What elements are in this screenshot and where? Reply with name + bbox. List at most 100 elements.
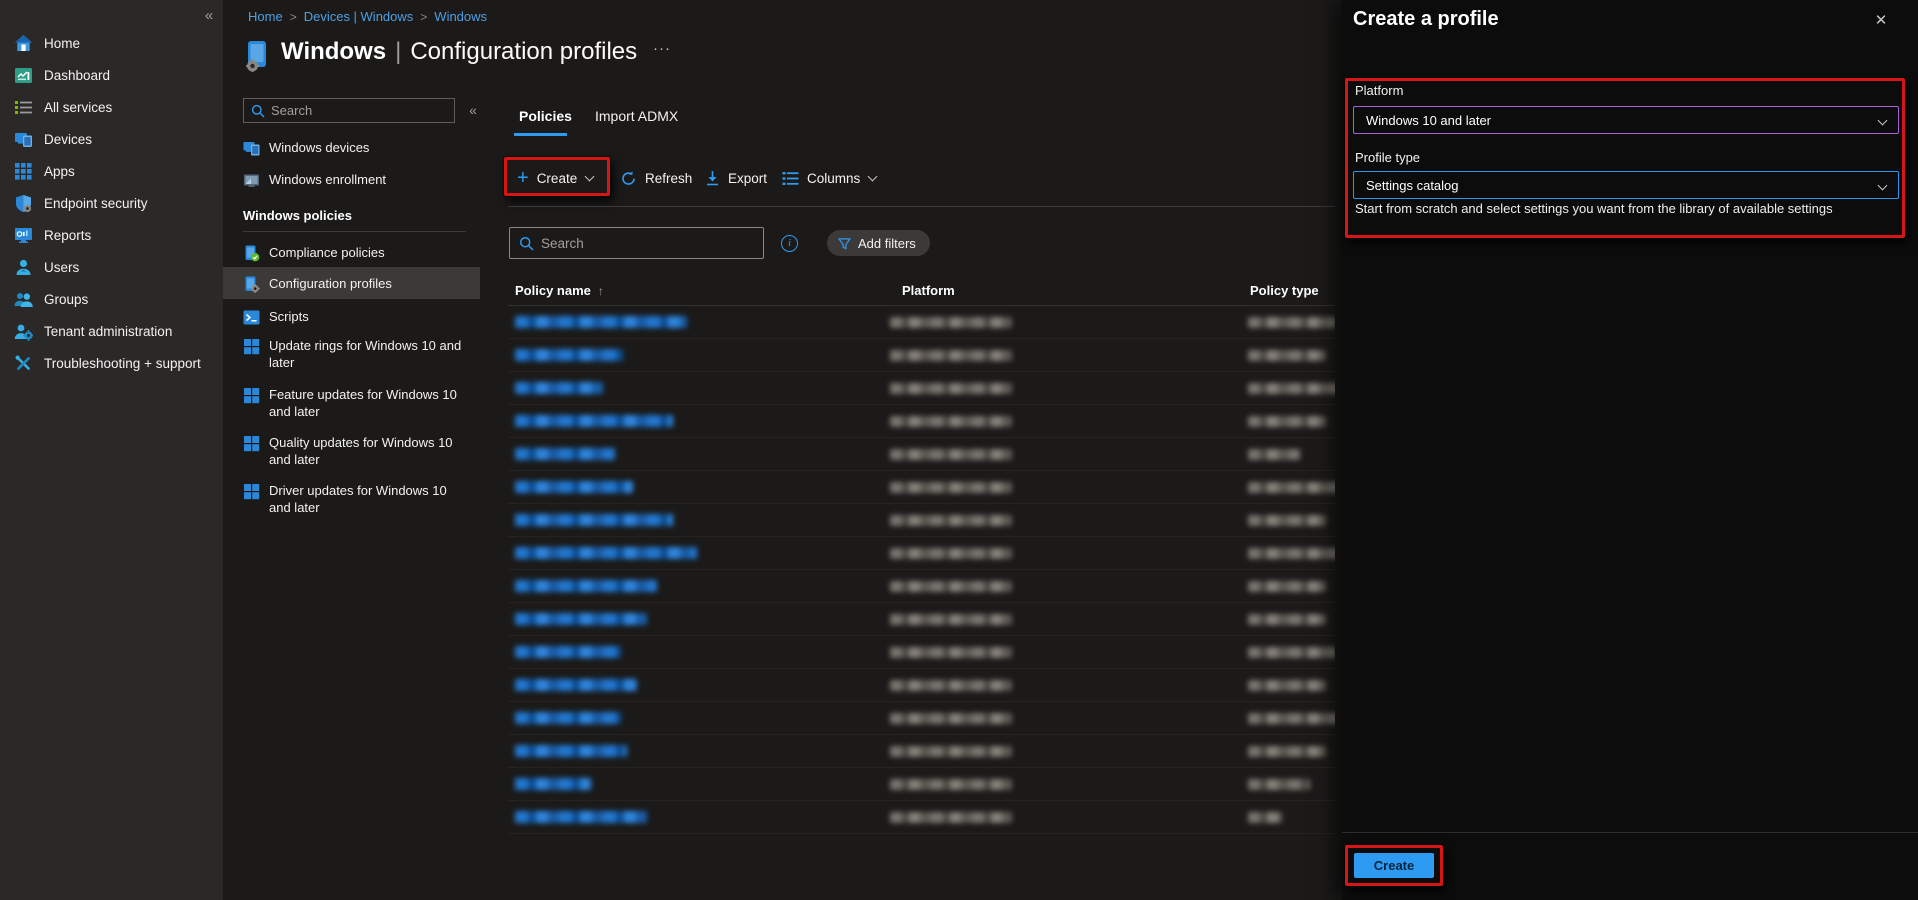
redacted-policy-name-link[interactable]: [515, 448, 615, 460]
create-button[interactable]: +Create: [517, 160, 593, 196]
redacted-policy-name-link[interactable]: [515, 679, 637, 691]
table-row[interactable]: [508, 669, 1335, 702]
redacted-policy-type-value: [1248, 449, 1300, 460]
sidebar-item-users[interactable]: Users: [0, 253, 223, 281]
sidebar-item-home[interactable]: Home: [0, 29, 223, 57]
redacted-policy-name-link[interactable]: [515, 646, 621, 658]
sidebar-item-reports[interactable]: Reports: [0, 221, 223, 249]
close-icon[interactable]: ✕: [1870, 10, 1892, 32]
table-row[interactable]: [508, 438, 1335, 471]
blade-menu-item-update-rings-for-windows-10-and-later[interactable]: Update rings for Windows 10 and later: [223, 337, 480, 377]
blade-menu-item-feature-updates-for-windows-10-and-later[interactable]: Feature updates for Windows 10 and later: [223, 386, 480, 426]
table-row[interactable]: [508, 735, 1335, 768]
sidebar-item-label: Apps: [44, 164, 75, 179]
sidebar-item-label: Reports: [44, 228, 91, 243]
table-row[interactable]: [508, 636, 1335, 669]
blade-menu-item-compliance-policies[interactable]: Compliance policies: [223, 238, 480, 266]
table-row[interactable]: [508, 405, 1335, 438]
redacted-platform-value: [890, 581, 1012, 592]
sidebar-item-troubleshooting-support[interactable]: Troubleshooting + support: [0, 349, 223, 377]
profile-type-dropdown[interactable]: Settings catalog: [1353, 171, 1899, 199]
redacted-policy-name-link[interactable]: [515, 745, 627, 757]
windows-enrollment-icon: [243, 172, 260, 189]
redacted-policy-name-link[interactable]: [515, 514, 673, 526]
blade-menu-item-quality-updates-for-windows-10-and-later[interactable]: Quality updates for Windows 10 and later: [223, 434, 480, 474]
table-row[interactable]: [508, 801, 1335, 834]
redacted-policy-name-link[interactable]: [515, 547, 697, 559]
sidebar-item-devices[interactable]: Devices: [0, 125, 223, 153]
platform-value: Windows 10 and later: [1366, 113, 1879, 128]
table-search-input[interactable]: [541, 236, 751, 251]
redacted-policy-type-value: [1248, 515, 1326, 526]
blade-menu-item-driver-updates-for-windows-10-and-later[interactable]: Driver updates for Windows 10 and later: [223, 482, 480, 522]
refresh-button[interactable]: Refresh: [620, 160, 692, 196]
table-row[interactable]: [508, 570, 1335, 603]
sidebar-item-dashboard[interactable]: Dashboard: [0, 61, 223, 89]
tab-policies[interactable]: Policies: [519, 108, 572, 124]
sidebar-item-apps[interactable]: Apps: [0, 157, 223, 185]
redacted-policy-name-link[interactable]: [515, 778, 591, 790]
table-row[interactable]: [508, 702, 1335, 735]
sidebar-item-all-services[interactable]: All services: [0, 93, 223, 121]
profile-type-value: Settings catalog: [1366, 178, 1879, 193]
toolbar-button-label: Export: [728, 171, 767, 186]
redacted-policy-name-link[interactable]: [515, 415, 673, 427]
info-icon[interactable]: i: [781, 235, 798, 252]
tenant-administration-icon: [14, 322, 33, 341]
add-filters-button[interactable]: Add filters: [827, 230, 930, 256]
export-button[interactable]: Export: [705, 160, 767, 196]
redacted-platform-value: [890, 812, 1012, 823]
table-search[interactable]: [509, 227, 764, 259]
more-actions-icon[interactable]: ···: [653, 40, 671, 57]
sidebar-collapse-icon[interactable]: «: [198, 5, 220, 27]
redacted-policy-name-link[interactable]: [515, 481, 633, 493]
table-row[interactable]: [508, 504, 1335, 537]
column-policy-name[interactable]: Policy name↑: [515, 283, 604, 298]
column-platform[interactable]: Platform: [902, 283, 955, 298]
columns-button[interactable]: Columns: [782, 160, 876, 196]
windows-logo-icon: [243, 338, 260, 355]
blade-menu-item-label: Compliance policies: [269, 244, 469, 261]
sidebar-item-groups[interactable]: Groups: [0, 285, 223, 313]
redacted-policy-name-link[interactable]: [515, 349, 623, 361]
blade-menu-item-configuration-profiles[interactable]: Configuration profiles: [223, 267, 480, 299]
redacted-policy-type-value: [1248, 680, 1326, 691]
columns-icon: [782, 171, 799, 186]
table-row[interactable]: [508, 372, 1335, 405]
sidebar-item-endpoint-security[interactable]: Endpoint security: [0, 189, 223, 217]
blade-menu-item-label: Windows devices: [269, 139, 469, 156]
sidebar-item-tenant-administration[interactable]: Tenant administration: [0, 317, 223, 345]
table-row[interactable]: [508, 471, 1335, 504]
blade-menu-collapse-icon[interactable]: «: [462, 99, 484, 121]
redacted-policy-name-link[interactable]: [515, 811, 647, 823]
redacted-policy-type-value: [1248, 548, 1335, 559]
search-icon: [519, 236, 534, 251]
redacted-policy-type-value: [1248, 482, 1335, 493]
redacted-policy-name-link[interactable]: [515, 613, 647, 625]
blade-menu-item-windows-devices[interactable]: Windows devices: [223, 133, 480, 161]
sidebar-item-label: Devices: [44, 132, 92, 147]
blade-menu-item-label: Quality updates for Windows 10 and later: [269, 434, 469, 468]
blade-menu-search-input[interactable]: [271, 103, 441, 118]
reports-icon: [14, 226, 33, 245]
redacted-policy-name-link[interactable]: [515, 712, 621, 724]
blade-menu-item-scripts[interactable]: Scripts: [223, 302, 480, 330]
column-policy-type[interactable]: Policy type: [1250, 283, 1319, 298]
blade-menu-search[interactable]: [243, 98, 455, 123]
redacted-policy-type-value: [1248, 746, 1326, 757]
platform-dropdown[interactable]: Windows 10 and later: [1353, 106, 1899, 134]
redacted-policy-name-link[interactable]: [515, 382, 603, 394]
redacted-policy-name-link[interactable]: [515, 316, 687, 328]
scripts-icon: [243, 309, 260, 326]
blade-menu-item-windows-enrollment[interactable]: Windows enrollment: [223, 165, 480, 193]
sidebar-item-label: Groups: [44, 292, 88, 307]
table-row[interactable]: [508, 603, 1335, 636]
sidebar-item-label: Users: [44, 260, 79, 275]
table-row[interactable]: [508, 306, 1335, 339]
windows-logo-icon: [243, 387, 260, 404]
table-row[interactable]: [508, 537, 1335, 570]
redacted-policy-name-link[interactable]: [515, 580, 657, 592]
table-row[interactable]: [508, 768, 1335, 801]
table-row[interactable]: [508, 339, 1335, 372]
tab-import-admx[interactable]: Import ADMX: [595, 108, 678, 124]
